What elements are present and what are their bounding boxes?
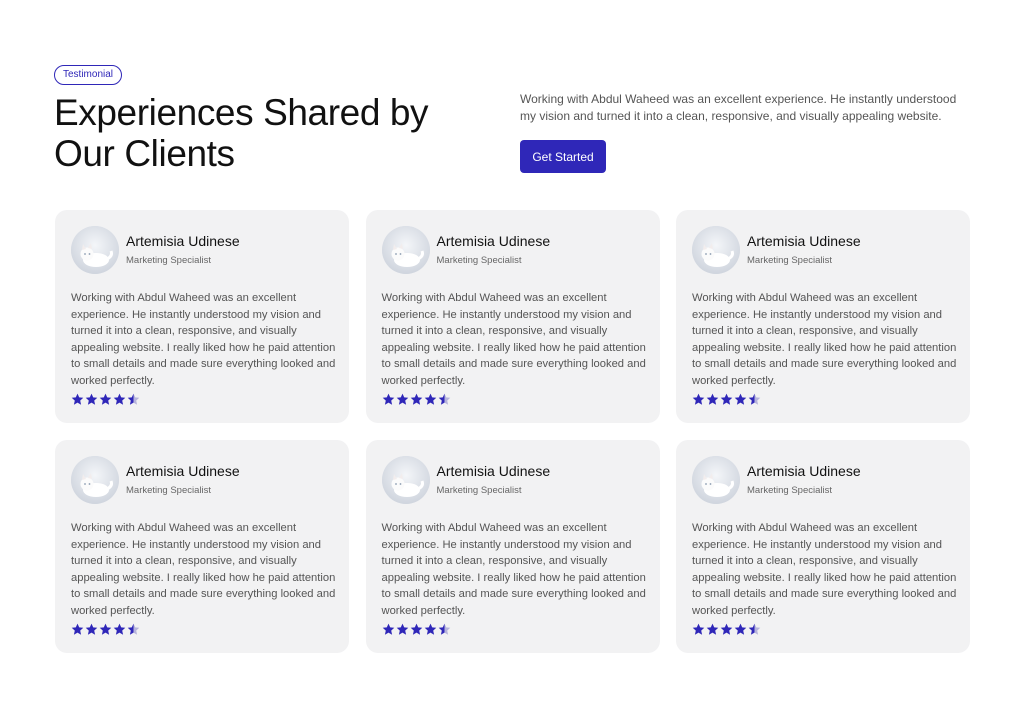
star-icon [99, 623, 112, 635]
reviewer-name: Artemisia Udinese [126, 463, 240, 479]
testimonial-card: Artemisia Udinese Marketing Specialist W… [676, 210, 970, 423]
avatar [71, 226, 119, 274]
testimonial-card: Artemisia Udinese Marketing Specialist W… [676, 440, 970, 653]
star-icon [748, 393, 761, 405]
star-icon [424, 393, 436, 405]
star-icon [734, 393, 747, 405]
card-header: Artemisia Udinese Marketing Specialist [692, 456, 954, 504]
star-icon [748, 623, 761, 635]
section-badge: Testimonial [54, 65, 123, 85]
star-rating [382, 623, 644, 637]
reviewer-name: Artemisia Udinese [436, 463, 551, 479]
star-icon [113, 623, 126, 635]
star-icon [706, 393, 719, 405]
testimonial-card: Artemisia Udinese Marketing Specialist W… [55, 210, 349, 423]
star-icon [85, 393, 98, 405]
testimonial-quote: Working with Abdul Waheed was an excelle… [71, 292, 336, 387]
star-icon [720, 393, 733, 405]
star-icon [438, 623, 450, 635]
star-icon [71, 623, 84, 635]
testimonial-quote: Working with Abdul Waheed was an excelle… [692, 522, 957, 617]
testimonial-quote: Working with Abdul Waheed was an excelle… [71, 522, 336, 617]
card-header: Artemisia Udinese Marketing Specialist [71, 226, 333, 274]
card-header: Artemisia Udinese Marketing Specialist [692, 226, 954, 274]
star-icon [410, 623, 422, 635]
card-header: Artemisia Udinese Marketing Specialist [381, 456, 644, 504]
avatar [381, 456, 430, 504]
testimonial-grid: Artemisia Udinese Marketing Specialist W… [55, 210, 970, 653]
testimonial-quote: Working with Abdul Waheed was an excelle… [381, 292, 646, 387]
section-intro: Working with Abdul Waheed was an excelle… [520, 92, 957, 123]
testimonial-quote: Working with Abdul Waheed was an excelle… [692, 292, 957, 387]
star-icon [382, 623, 394, 635]
star-icon [706, 623, 719, 635]
reviewer-name: Artemisia Udinese [747, 463, 861, 479]
star-icon [424, 623, 436, 635]
testimonial-card: Artemisia Udinese Marketing Specialist W… [365, 210, 660, 423]
star-rating [71, 623, 333, 637]
reviewer-role: Marketing Specialist [747, 255, 833, 266]
star-rating [692, 393, 954, 407]
avatar [71, 456, 119, 504]
card-header: Artemisia Udinese Marketing Specialist [71, 456, 333, 504]
reviewer-role: Marketing Specialist [436, 485, 522, 496]
star-icon [438, 393, 450, 405]
star-icon [396, 393, 408, 405]
star-icon [692, 393, 705, 405]
star-icon [720, 623, 733, 635]
star-rating [692, 623, 954, 637]
star-icon [127, 623, 140, 635]
avatar [692, 456, 740, 504]
testimonial-card: Artemisia Udinese Marketing Specialist W… [365, 440, 660, 653]
star-icon [113, 393, 126, 405]
star-icon [382, 393, 394, 405]
testimonial-card: Artemisia Udinese Marketing Specialist W… [55, 440, 349, 653]
star-rating [71, 393, 333, 407]
star-rating [382, 393, 644, 407]
star-icon [85, 623, 98, 635]
section-title: Experiences Shared by Our Clients [54, 92, 429, 174]
star-icon [734, 623, 747, 635]
reviewer-role: Marketing Specialist [126, 255, 212, 266]
star-icon [410, 393, 422, 405]
card-header: Artemisia Udinese Marketing Specialist [381, 226, 644, 274]
star-icon [99, 393, 112, 405]
reviewer-role: Marketing Specialist [436, 255, 522, 266]
reviewer-name: Artemisia Udinese [126, 233, 240, 249]
avatar [381, 226, 430, 274]
star-icon [396, 623, 408, 635]
reviewer-role: Marketing Specialist [126, 485, 212, 496]
avatar [692, 226, 740, 274]
reviewer-role: Marketing Specialist [747, 485, 833, 496]
testimonial-quote: Working with Abdul Waheed was an excelle… [381, 522, 646, 617]
get-started-button[interactable]: Get Started [520, 140, 606, 173]
star-icon [692, 623, 705, 635]
star-icon [127, 393, 140, 405]
reviewer-name: Artemisia Udinese [747, 233, 861, 249]
star-icon [71, 393, 84, 405]
reviewer-name: Artemisia Udinese [436, 233, 551, 249]
